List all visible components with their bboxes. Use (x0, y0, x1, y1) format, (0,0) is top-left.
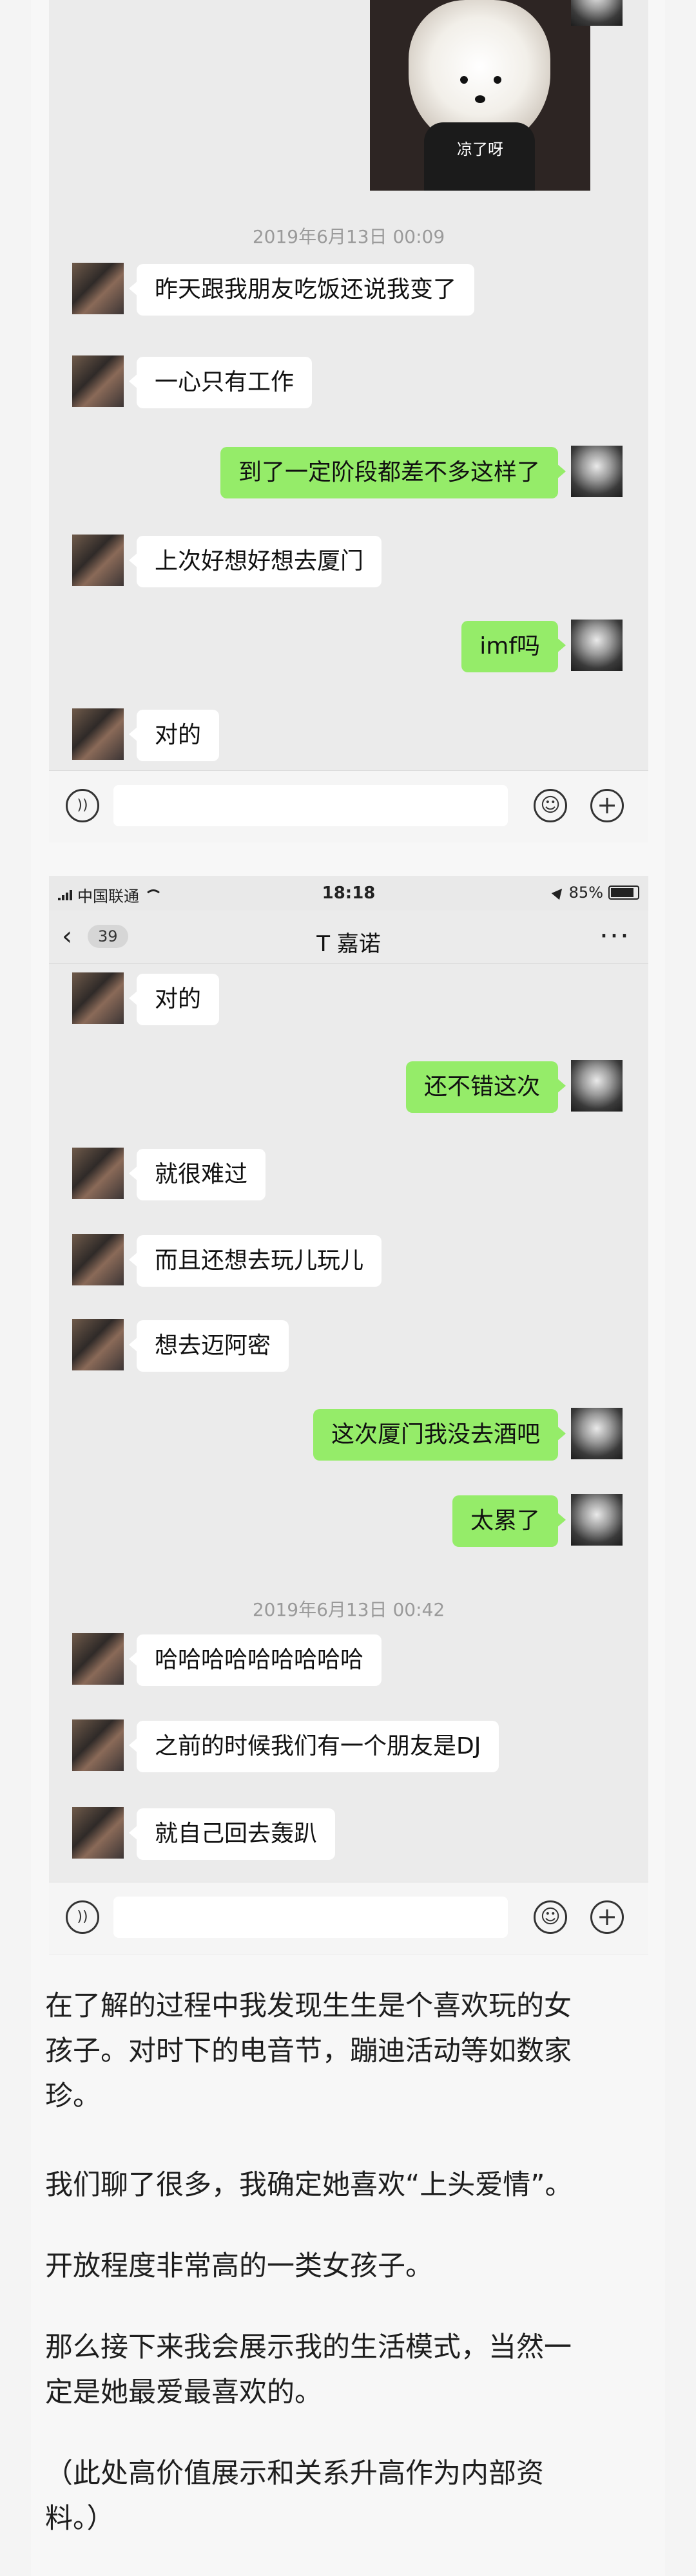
avatar[interactable] (72, 263, 124, 314)
dog-sticker-image[interactable]: 凉了呀 (370, 0, 590, 191)
emoji-icon[interactable]: ☺ (534, 789, 567, 822)
paragraph-line: （此处高价值展示和关系升高作为内部资 (45, 2458, 544, 2490)
message-bubble[interactable]: 这次厦门我没去酒吧 (313, 1409, 566, 1461)
sticker-caption: 凉了呀 (457, 140, 503, 158)
article-paragraph: 开放程度非常高的一类女孩子。 (45, 2244, 638, 2289)
chat-title: T 嘉诺 (316, 931, 381, 957)
chat-input-bar: )) ☺ + (49, 770, 648, 842)
paragraph-line: 开放程度非常高的一类女孩子。 (45, 2250, 433, 2282)
message-bubble[interactable]: 就自己回去轰趴 (128, 1808, 336, 1860)
message-bubble[interactable]: imf吗 (461, 621, 566, 672)
avatar[interactable] (72, 708, 124, 760)
message-bubble[interactable]: 对的 (128, 974, 220, 1025)
chat-nav-bar: ‹ 39 T 嘉诺 ··· (49, 911, 648, 964)
chat-screenshot-1: 凉了呀 2019年6月13日 00:09 昨天跟我朋友吃饭还说我变了 一心只有工… (49, 0, 648, 842)
message-bubble[interactable]: 就很难过 (128, 1149, 266, 1200)
message-bubble[interactable]: 哈哈哈哈哈哈哈哈哈 (128, 1634, 382, 1686)
message-bubble[interactable]: 之前的时候我们有一个朋友是DJ (128, 1721, 499, 1772)
avatar[interactable] (72, 1319, 124, 1370)
avatar[interactable] (72, 535, 124, 586)
article-paragraph: （此处高价值展示和关系升高作为内部资 料。） (45, 2451, 638, 2541)
paragraph-line: 在了解的过程中我发现生生是个喜欢玩的女 (45, 1990, 572, 2022)
battery-percent: 85% (568, 884, 603, 902)
paragraph-line: 我们聊了很多，我确定她喜欢“上头爱情”。 (45, 2169, 573, 2201)
article-paragraph: 那么接下来我会展示我的生活模式，当然一 定是她最爱最喜欢的。 (45, 2325, 638, 2415)
message-bubble[interactable]: 对的 (128, 710, 220, 761)
emoji-icon[interactable]: ☺ (534, 1900, 567, 1934)
message-bubble[interactable]: 一心只有工作 (128, 357, 313, 408)
message-bubble[interactable]: 而且还想去玩儿玩儿 (128, 1235, 382, 1287)
voice-icon[interactable]: )) (66, 789, 99, 822)
status-right: 85% (551, 884, 639, 902)
avatar[interactable] (72, 1234, 124, 1285)
battery-icon (608, 886, 639, 900)
plus-icon[interactable]: + (590, 1900, 624, 1934)
message-bubble[interactable]: 还不错这次 (405, 1061, 566, 1113)
paragraph-line: 珍。 (45, 2080, 101, 2112)
avatar[interactable] (571, 0, 623, 26)
avatar[interactable] (571, 1060, 623, 1112)
paragraph-line: 料。） (45, 2503, 115, 2535)
plus-icon[interactable]: + (590, 789, 624, 822)
avatar[interactable] (72, 355, 124, 407)
avatar[interactable] (72, 1719, 124, 1771)
article-paragraph: 在了解的过程中我发现生生是个喜欢玩的女 孩子。对时下的电音节，蹦迪活动等如数家 … (45, 1984, 638, 2119)
avatar[interactable] (72, 1807, 124, 1859)
dog-nose (475, 95, 485, 103)
location-icon (551, 885, 566, 900)
paragraph-line: 定是她最爱最喜欢的。 (45, 2376, 322, 2409)
chat-timestamp: 2019年6月13日 00:42 (252, 1599, 445, 1620)
message-input[interactable] (113, 1897, 508, 1938)
message-bubble[interactable]: 昨天跟我朋友吃饭还说我变了 (128, 264, 475, 316)
status-bar: 中国联通 18:18 85% (49, 876, 648, 911)
avatar[interactable] (72, 1148, 124, 1199)
chat-screenshot-2: 中国联通 18:18 85% ‹ 39 T 嘉诺 ··· 对的 还不错这次 就很… (49, 876, 648, 1955)
message-input[interactable] (113, 785, 508, 826)
avatar[interactable] (72, 972, 124, 1024)
avatar[interactable] (571, 446, 623, 497)
avatar[interactable] (72, 1633, 124, 1685)
paragraph-line: 那么接下来我会展示我的生活模式，当然一 (45, 2331, 572, 2363)
message-bubble[interactable]: 到了一定阶段都差不多这样了 (220, 447, 566, 498)
article-paragraph: 我们聊了很多，我确定她喜欢“上头爱情”。 (45, 2163, 638, 2208)
avatar[interactable] (571, 1494, 623, 1546)
voice-icon[interactable]: )) (66, 1900, 99, 1934)
chat-timestamp: 2019年6月13日 00:09 (252, 226, 445, 247)
dog-eye (494, 76, 501, 84)
paragraph-line: 孩子。对时下的电音节，蹦迪活动等如数家 (45, 2035, 572, 2067)
dog-eye (460, 76, 468, 84)
avatar[interactable] (571, 620, 623, 671)
avatar[interactable] (571, 1408, 623, 1459)
message-bubble[interactable]: 太累了 (452, 1495, 566, 1547)
message-bubble[interactable]: 想去迈阿密 (128, 1320, 289, 1372)
message-bubble[interactable]: 上次好想好想去厦门 (128, 536, 382, 587)
chat-input-bar: )) ☺ + (49, 1882, 648, 1955)
more-icon[interactable]: ··· (599, 920, 630, 952)
